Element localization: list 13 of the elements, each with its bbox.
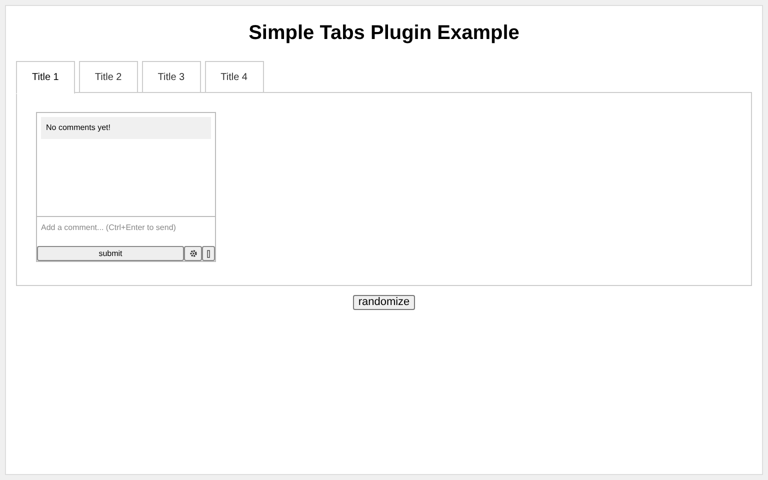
extra-button[interactable] <box>202 246 215 261</box>
comment-input[interactable]: Add a comment... (Ctrl+Enter to send) <box>37 217 215 246</box>
placeholder-glyph-icon <box>207 250 210 258</box>
tab[interactable]: Title 2 <box>78 61 138 93</box>
empty-message: No comments yet! <box>41 117 211 139</box>
tab[interactable]: Title 4 <box>204 61 264 93</box>
settings-icon <box>190 250 196 257</box>
page-title: Simple Tabs Plugin Example <box>248 21 520 46</box>
submit-button[interactable]: submit <box>37 246 184 261</box>
tab[interactable]: Title 3 <box>142 61 201 93</box>
tab[interactable]: Title 1 <box>16 61 75 94</box>
settings-button[interactable] <box>184 246 202 261</box>
randomize-button[interactable]: randomize <box>353 295 415 310</box>
